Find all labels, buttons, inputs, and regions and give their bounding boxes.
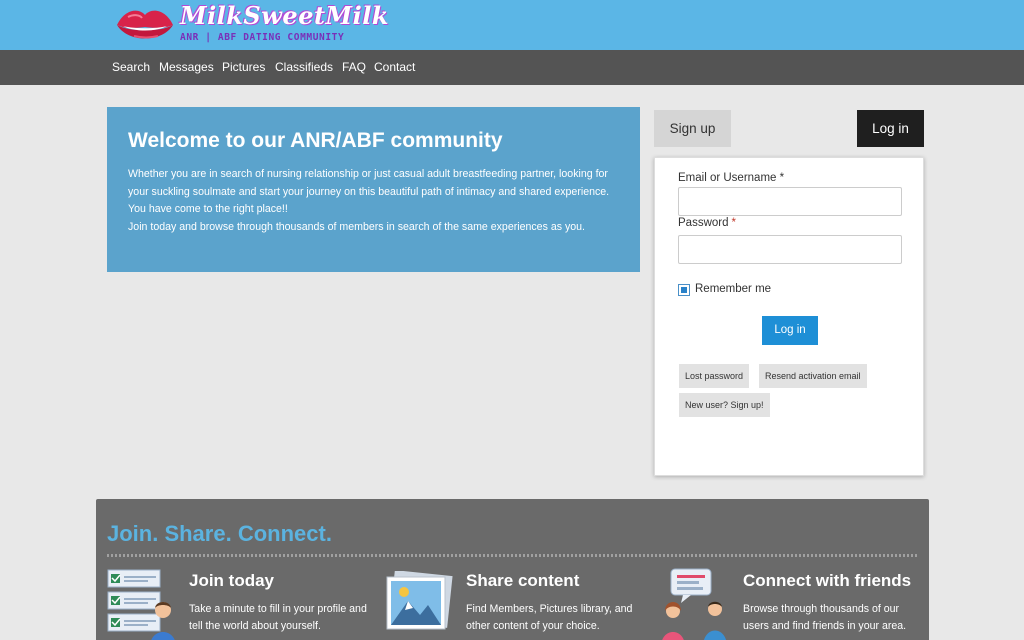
- feature-text-join: Take a minute to fill in your profile an…: [189, 603, 367, 632]
- site-header: MilkSweetMilk ANR | ABF DATING COMMUNITY: [0, 0, 1024, 50]
- lips-logo-icon: [117, 10, 173, 39]
- feature-title-share: Share content: [466, 571, 580, 590]
- username-input[interactable]: [678, 187, 902, 216]
- password-input[interactable]: [678, 235, 902, 264]
- lost-password-link[interactable]: Lost password: [679, 364, 750, 388]
- login-submit-button[interactable]: Log in: [762, 316, 818, 345]
- nav-item-messages[interactable]: Messages: [159, 60, 214, 74]
- feature-text-share: Find Members, Pictures library, and othe…: [466, 603, 633, 632]
- login-tab-button[interactable]: Log in: [857, 110, 924, 147]
- resend-activation-link[interactable]: Resend activation email: [759, 364, 867, 388]
- logo-wordmark: MilkSweetMilk: [180, 1, 389, 30]
- welcome-text-join: Join today and browse through thousands …: [128, 220, 585, 233]
- remember-me-checkbox[interactable]: [678, 284, 690, 296]
- feature-text-connect: Browse through thousands of our users an…: [743, 603, 907, 632]
- signup-tab-button[interactable]: Sign up: [654, 110, 731, 147]
- feature-title-connect: Connect with friends: [743, 571, 912, 590]
- nav-item-classifieds[interactable]: Classifieds: [275, 60, 333, 74]
- welcome-panel: Welcome to our ANR/ABF community Whether…: [107, 107, 640, 272]
- nav-item-contact[interactable]: Contact: [374, 60, 415, 74]
- nav-item-pictures[interactable]: Pictures: [222, 60, 265, 74]
- nav-item-search[interactable]: Search: [112, 60, 150, 74]
- chat-people-icon: [662, 568, 726, 640]
- feature-title-join: Join today: [189, 571, 275, 590]
- welcome-title: Welcome to our ANR/ABF community: [128, 129, 503, 152]
- nav-item-faq[interactable]: FAQ: [342, 60, 366, 74]
- welcome-text: Whether you are in search of nursing rel…: [128, 168, 610, 215]
- required-mark: *: [731, 217, 736, 229]
- checkbox-check-icon: [681, 287, 687, 293]
- checklist-person-icon: [107, 569, 175, 640]
- site-logo[interactable]: MilkSweetMilk ANR | ABF DATING COMMUNITY: [114, 1, 388, 47]
- required-mark: *: [779, 172, 785, 184]
- password-label-text: Password: [678, 217, 729, 229]
- new-user-signup-link[interactable]: New user? Sign up!: [679, 393, 770, 417]
- username-label-text: Email or Username: [678, 172, 777, 184]
- login-form: Email or Username * Password * Remember m…: [654, 157, 924, 476]
- username-label: Email or Username *: [678, 172, 784, 184]
- main-nav: Search Messages Pictures Classifieds FAQ…: [0, 50, 1024, 85]
- features-section: Join. Share. Connect. Join today Take a …: [96, 499, 929, 640]
- features-heading: Join. Share. Connect.: [107, 521, 332, 546]
- logo-tagline: ANR | ABF DATING COMMUNITY: [180, 32, 345, 43]
- password-label: Password *: [678, 217, 736, 229]
- picture-icon: [386, 571, 453, 630]
- dotted-divider: [107, 554, 918, 557]
- remember-me-label[interactable]: Remember me: [695, 283, 771, 295]
